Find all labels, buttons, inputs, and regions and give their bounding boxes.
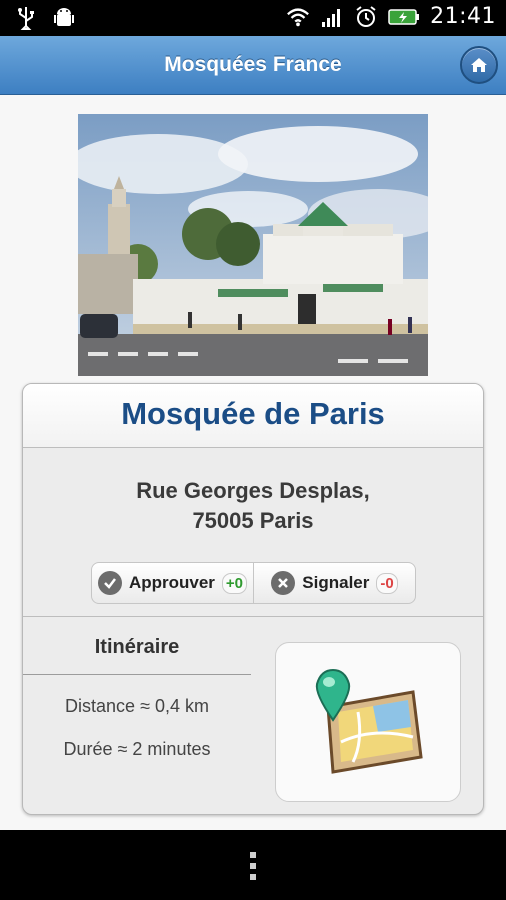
mosque-name: Mosquée de Paris (121, 396, 385, 431)
mosque-photo (78, 114, 428, 376)
distance-text: Distance ≈ 0,4 km (65, 696, 209, 716)
itinerary-divider (23, 674, 251, 675)
app-header: Mosquées France (0, 36, 506, 95)
mosque-card: Mosquée de Paris Rue Georges Desplas, 75… (22, 383, 484, 815)
report-label: Signaler (302, 573, 370, 592)
address-line-2: 75005 Paris (192, 508, 314, 533)
check-icon (97, 571, 122, 595)
close-icon (271, 571, 296, 595)
overflow-menu-button[interactable] (249, 852, 257, 880)
alarm-icon (354, 5, 378, 29)
battery-charging-icon (388, 5, 420, 29)
app-title: Mosquées France (164, 53, 342, 76)
usb-icon (14, 6, 38, 30)
content-area: Mosquée de Paris Rue Georges Desplas, 75… (0, 95, 506, 830)
map-icon (315, 668, 423, 774)
menu-dot (250, 874, 256, 880)
menu-dot (250, 852, 256, 858)
signal-icon (320, 5, 344, 29)
home-icon (471, 58, 487, 72)
menu-dot (250, 863, 256, 869)
report-button[interactable]: Signaler -0 (253, 563, 415, 603)
status-bar: 21:41 (0, 0, 506, 36)
divider (23, 616, 483, 617)
itinerary-title: Itinéraire (94, 636, 180, 658)
vote-control: Approuver +0 Signaler -0 (91, 562, 416, 604)
wifi-icon (286, 5, 310, 29)
approve-label: Approuver (128, 573, 215, 592)
card-header: Mosquée de Paris (23, 384, 483, 448)
report-count: -0 (376, 572, 398, 594)
approve-button[interactable]: Approuver +0 (92, 563, 253, 603)
android-debug-icon (52, 6, 76, 30)
open-map-button[interactable] (275, 642, 461, 802)
address-line-1: Rue Georges Desplas, (136, 478, 370, 503)
clock: 21:41 (430, 4, 496, 29)
duration-text: Durée ≈ 2 minutes (63, 739, 211, 759)
home-button[interactable] (460, 46, 498, 84)
system-nav-bar (0, 832, 506, 900)
approve-count: +0 (221, 572, 248, 594)
mosque-address: Rue Georges Desplas, 75005 Paris (23, 476, 483, 536)
